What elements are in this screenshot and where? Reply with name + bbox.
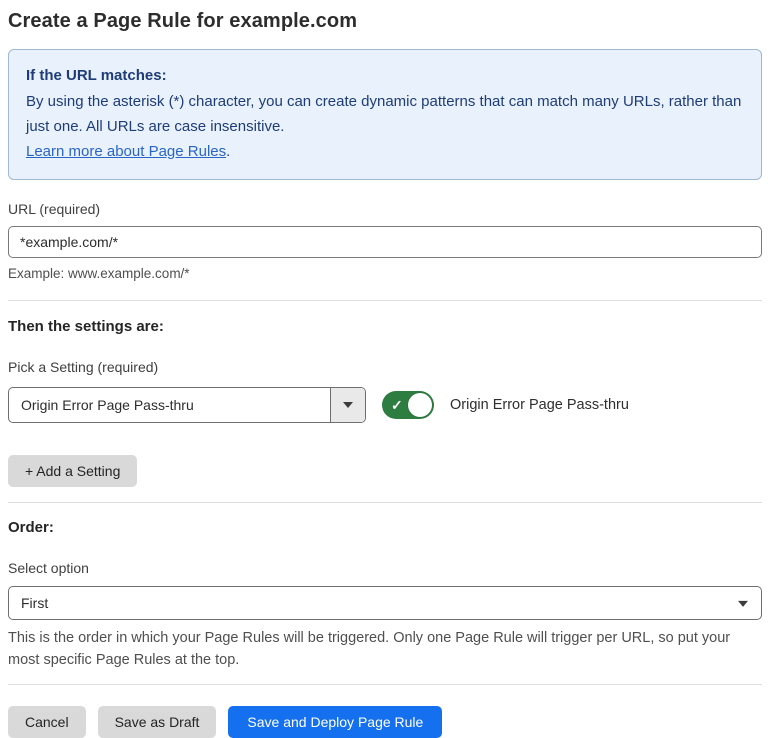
form-actions: Cancel Save as Draft Save and Deploy Pag… <box>8 706 762 738</box>
divider <box>8 684 762 685</box>
info-box-body: By using the asterisk (*) character, you… <box>26 93 742 135</box>
dropdown-arrow-button[interactable] <box>330 388 365 422</box>
info-box-link-line: Learn more about Page Rules. <box>26 139 744 164</box>
toggle-knob <box>408 393 432 417</box>
order-helper-text: This is the order in which your Page Rul… <box>8 630 731 668</box>
url-input[interactable] <box>8 226 762 258</box>
url-match-info-box: If the URL matches: By using the asteris… <box>8 49 762 180</box>
create-page-rule-form: Create a Page Rule for example.com If th… <box>0 0 770 738</box>
setting-picker-label: Pick a Setting (required) <box>8 359 159 375</box>
url-helper-text: Example: www.example.com/* <box>8 266 190 281</box>
page-title: Create a Page Rule for example.com <box>8 10 358 32</box>
save-as-draft-button[interactable]: Save as Draft <box>97 706 217 738</box>
url-field-label: URL (required) <box>8 201 101 217</box>
order-select[interactable]: First <box>8 586 762 620</box>
settings-section: Then the settings are: Pick a Setting (r… <box>8 301 762 502</box>
cancel-button[interactable]: Cancel <box>8 706 86 738</box>
url-section: URL (required) Example: www.example.com/… <box>8 201 762 281</box>
setting-picker-dropdown[interactable]: Origin Error Page Pass-thru <box>8 387 366 423</box>
setting-toggle[interactable]: ✓ <box>382 391 434 419</box>
checkmark-icon: ✓ <box>391 397 403 413</box>
order-select-label: Select option <box>8 560 89 576</box>
order-section: Order: Select option First This is the o… <box>8 503 762 671</box>
settings-heading: Then the settings are: <box>8 318 164 335</box>
info-box-heading: If the URL matches: <box>26 67 167 84</box>
learn-more-link[interactable]: Learn more about Page Rules <box>26 143 226 160</box>
setting-row: Origin Error Page Pass-thru ✓ Origin Err… <box>8 387 762 423</box>
order-heading: Order: <box>8 519 54 536</box>
save-and-deploy-button[interactable]: Save and Deploy Page Rule <box>228 706 443 738</box>
add-setting-button[interactable]: + Add a Setting <box>8 455 138 487</box>
setting-picker-value: Origin Error Page Pass-thru <box>21 397 194 413</box>
dropdown-arrow-icon <box>343 402 353 408</box>
chevron-down-icon <box>738 600 748 607</box>
order-select-value: First <box>21 595 49 611</box>
setting-toggle-label: Origin Error Page Pass-thru <box>450 397 629 413</box>
link-period: . <box>226 143 231 160</box>
